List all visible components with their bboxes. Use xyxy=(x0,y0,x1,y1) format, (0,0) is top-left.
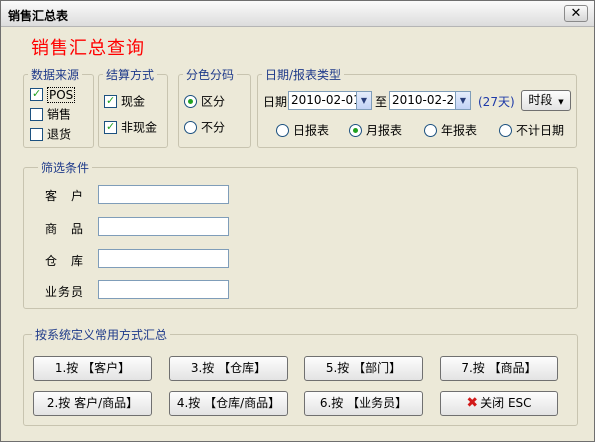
summary-by-product-button[interactable]: 7.按 【商品】 xyxy=(440,356,558,381)
product-field[interactable] xyxy=(98,217,229,236)
checkbox-cash[interactable]: 现金 xyxy=(104,94,145,110)
radio-split-yes-dot[interactable] xyxy=(184,95,197,108)
salesperson-label: 业务员 xyxy=(45,285,85,299)
checkbox-noncash[interactable]: 非现金 xyxy=(104,120,157,136)
summary-by-warehouse-button[interactable]: 3.按 【仓库】 xyxy=(169,356,288,381)
window-title: 销售汇总表 xyxy=(8,9,69,23)
radio-daily-report[interactable]: 日报表 xyxy=(276,123,329,139)
radio-monthly-report[interactable]: 月报表 xyxy=(349,123,402,139)
close-window-button[interactable]: ✕ xyxy=(564,5,588,22)
checkbox-cash-label: 现金 xyxy=(121,94,146,109)
customer-field[interactable] xyxy=(98,185,229,204)
checkbox-sales-box[interactable] xyxy=(30,108,43,121)
radio-split-yes[interactable]: 区分 xyxy=(184,94,225,110)
warehouse-label: 仓 库 xyxy=(45,254,85,268)
days-count: (27天) xyxy=(478,95,515,109)
checkbox-pos[interactable]: POS xyxy=(30,86,76,103)
summary-by-salesperson-button[interactable]: 6.按 【业务员】 xyxy=(304,391,423,416)
salesperson-field[interactable] xyxy=(98,280,229,299)
data-source-legend: 数据来源 xyxy=(31,68,80,82)
end-date-value: 2010-02-27 xyxy=(392,93,462,107)
checkbox-sales[interactable]: 销售 xyxy=(30,107,71,123)
page-heading: 销售汇总查询 xyxy=(31,38,145,59)
summary-by-department-button[interactable]: 5.按 【部门】 xyxy=(304,356,423,381)
radio-no-date-label: 不计日期 xyxy=(516,123,565,138)
radio-split-yes-label: 区分 xyxy=(201,94,226,109)
close-icon: ✖ xyxy=(466,395,479,411)
end-date-picker[interactable]: 2010-02-27 ▼ xyxy=(389,91,471,110)
chevron-down-icon[interactable]: ▼ xyxy=(356,92,371,109)
radio-no-date[interactable]: 不计日期 xyxy=(499,123,564,139)
period-button[interactable]: 时段 ▼ xyxy=(521,90,571,111)
filter-legend: 筛选条件 xyxy=(41,161,90,175)
radio-yearly-report-dot[interactable] xyxy=(424,124,437,137)
radio-daily-report-label: 日报表 xyxy=(293,123,330,138)
chevron-down-icon[interactable]: ▼ xyxy=(455,92,470,109)
customer-label: 客 户 xyxy=(45,189,85,203)
warehouse-field[interactable] xyxy=(98,249,229,268)
radio-monthly-report-dot[interactable] xyxy=(349,124,362,137)
title-bar: 销售汇总表 ✕ xyxy=(1,1,594,27)
radio-yearly-report[interactable]: 年报表 xyxy=(424,123,477,139)
summary-by-warehouse-product-button[interactable]: 4.按 【仓库/商品】 xyxy=(169,391,288,416)
sales-summary-window: 销售汇总表 ✕ 销售汇总查询 数据来源 POS 销售 退货 结算方式 现金 非现… xyxy=(0,0,595,442)
close-esc-button[interactable]: ✖ 关闭 ESC xyxy=(440,391,558,416)
checkbox-cash-box[interactable] xyxy=(104,94,117,108)
checkbox-noncash-box[interactable] xyxy=(104,120,117,134)
summary-by-customer-product-button[interactable]: 2.按 客户/商品】 xyxy=(33,391,152,416)
radio-daily-report-dot[interactable] xyxy=(276,124,289,137)
summary-legend: 按系统定义常用方式汇总 xyxy=(35,328,168,342)
close-icon: ✕ xyxy=(570,6,582,21)
date-report-legend: 日期/报表类型 xyxy=(265,68,342,82)
checkbox-returns-box[interactable] xyxy=(30,128,43,141)
radio-split-no-dot[interactable] xyxy=(184,121,197,134)
radio-yearly-report-label: 年报表 xyxy=(441,123,478,138)
checkbox-pos-label: POS xyxy=(47,86,76,103)
checkbox-sales-label: 销售 xyxy=(47,107,72,122)
radio-split-no-label: 不分 xyxy=(201,120,226,135)
radio-split-no[interactable]: 不分 xyxy=(184,120,225,136)
checkbox-pos-box[interactable] xyxy=(30,87,43,101)
dropdown-arrow-icon: ▼ xyxy=(558,98,564,106)
radio-monthly-report-label: 月报表 xyxy=(366,123,403,138)
close-esc-label: 关闭 ESC xyxy=(480,396,532,410)
start-date-picker[interactable]: 2010-02-01 ▼ xyxy=(288,91,372,110)
checkbox-returns-label: 退货 xyxy=(47,127,72,142)
color-split-legend: 分色分码 xyxy=(186,68,235,82)
checkbox-returns[interactable]: 退货 xyxy=(30,127,71,143)
period-button-label: 时段 xyxy=(528,93,553,107)
radio-no-date-dot[interactable] xyxy=(499,124,512,137)
date-label: 日期 xyxy=(263,95,288,109)
to-label: 至 xyxy=(375,95,388,109)
settlement-legend: 结算方式 xyxy=(106,68,155,82)
product-label: 商 品 xyxy=(45,222,85,236)
summary-by-customer-button[interactable]: 1.按 【客户】 xyxy=(33,356,152,381)
start-date-value: 2010-02-01 xyxy=(291,93,361,107)
checkbox-noncash-label: 非现金 xyxy=(121,120,158,135)
